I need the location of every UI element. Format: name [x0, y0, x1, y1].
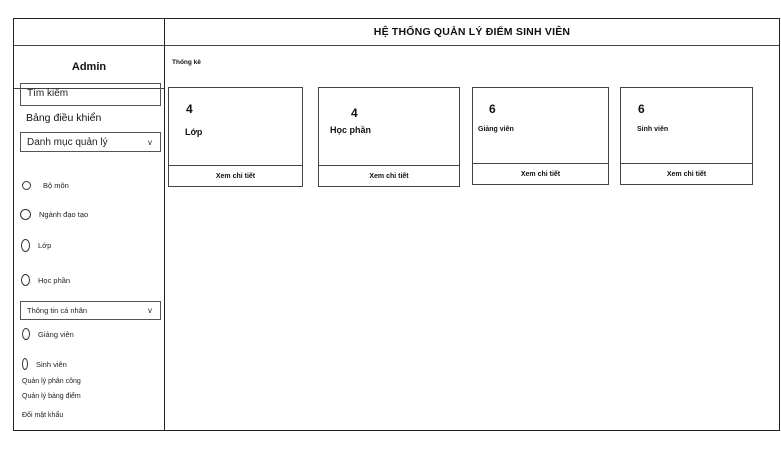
- section-label: Thống kê: [172, 59, 201, 66]
- view-details-button[interactable]: Xem chi tiết: [319, 165, 459, 186]
- dashboard-link[interactable]: Bảng điều khiển: [26, 112, 101, 124]
- page-title: HỆ THỐNG QUẢN LÝ ĐIỂM SINH VIÊN: [165, 19, 779, 46]
- chevron-down-icon: v: [148, 306, 152, 315]
- card-value: 4: [186, 102, 193, 116]
- link-quan-ly-phan-cong[interactable]: Quản lý phân công: [22, 378, 81, 385]
- card-label: Lớp: [185, 127, 203, 137]
- menu-item-bo-mon[interactable]: Bộ môn: [22, 181, 69, 190]
- personal-info-dropdown[interactable]: Thông tin cá nhân v: [20, 301, 161, 320]
- menu-item-label: Lớp: [38, 241, 52, 250]
- link-quan-ly-bang-diem[interactable]: Quản lý bảng điểm: [22, 393, 81, 400]
- card-value: 6: [638, 102, 645, 116]
- sidebar: Admin Tìm kiếm Bảng điều khiển Danh mục …: [14, 19, 165, 430]
- search-input[interactable]: Tìm kiếm: [20, 83, 161, 106]
- view-details-button[interactable]: Xem chi tiết: [473, 163, 608, 184]
- radio-icon: [22, 328, 30, 340]
- chevron-down-icon: v: [148, 137, 152, 147]
- stat-card-hoc-phan: 4 Học phần Xem chi tiết: [318, 87, 460, 187]
- menu-item-label: Sinh viên: [36, 359, 67, 369]
- radio-icon: [22, 181, 31, 190]
- card-value: 4: [351, 106, 358, 120]
- card-label: Sinh viên: [637, 126, 669, 133]
- menu-item-label: Bộ môn: [43, 181, 69, 190]
- radio-icon: [20, 209, 31, 220]
- menu-item-hoc-phan[interactable]: Học phần: [21, 274, 70, 286]
- radio-icon: [22, 358, 28, 370]
- card-label: Giảng viên: [478, 126, 514, 133]
- stat-card-giang-vien: 6 Giảng viên Xem chi tiết: [472, 87, 609, 185]
- menu-item-label: Giảng viên: [38, 329, 74, 339]
- sidebar-header-strip: [14, 19, 164, 46]
- stat-card-sinh-vien: 6 Sinh viên Xem chi tiết: [620, 87, 753, 185]
- menu-item-sinh-vien[interactable]: Sinh viên: [22, 358, 67, 370]
- catalog-dropdown[interactable]: Danh mục quản lý v: [20, 132, 161, 152]
- menu-item-label: Học phần: [38, 275, 71, 285]
- card-label: Học phần: [330, 125, 372, 135]
- menu-item-nganh-dao-tao[interactable]: Ngành đạo tạo: [20, 209, 88, 220]
- menu-item-giang-vien[interactable]: Giảng viên: [22, 328, 74, 340]
- app-frame: Admin Tìm kiếm Bảng điều khiển Danh mục …: [13, 18, 780, 431]
- link-doi-mat-khau[interactable]: Đổi mật khẩu: [22, 412, 63, 419]
- stat-card-lop: 4 Lớp Xem chi tiết: [168, 87, 303, 187]
- menu-item-label: Ngành đạo tạo: [39, 210, 89, 219]
- catalog-dropdown-label: Danh mục quản lý: [27, 136, 108, 148]
- view-details-button[interactable]: Xem chi tiết: [621, 163, 752, 184]
- radio-icon: [21, 239, 30, 252]
- view-details-button[interactable]: Xem chi tiết: [169, 165, 302, 186]
- radio-icon: [21, 274, 30, 286]
- card-value: 6: [489, 102, 496, 116]
- personal-info-dropdown-label: Thông tin cá nhân: [27, 306, 88, 315]
- menu-item-lop[interactable]: Lớp: [21, 239, 51, 252]
